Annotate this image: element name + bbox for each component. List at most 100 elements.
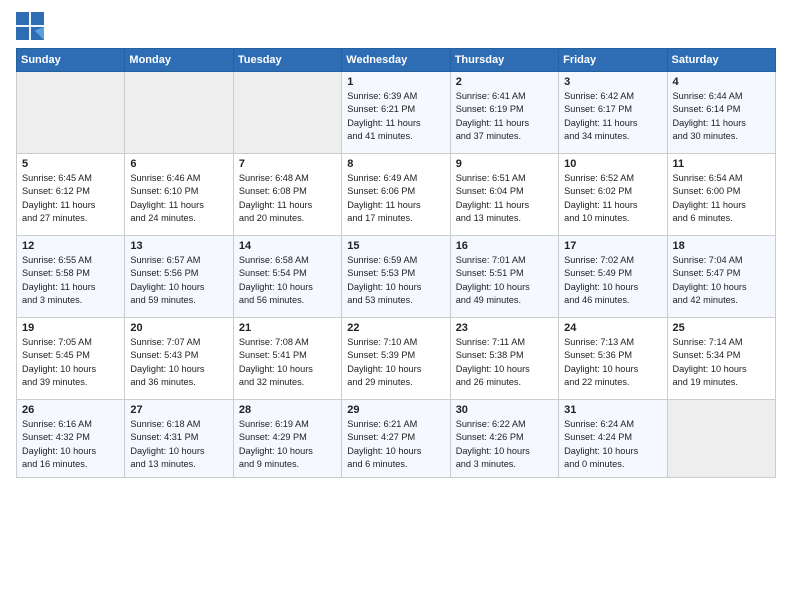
day-number: 23 (456, 322, 553, 334)
day-number: 26 (22, 404, 119, 416)
cell-line: Daylight: 11 hours (673, 200, 746, 210)
calendar-cell: 25Sunrise: 7:14 AMSunset: 5:34 PMDayligh… (667, 318, 775, 400)
cell-line: Sunset: 5:43 PM (130, 350, 198, 360)
cell-line: Sunset: 5:53 PM (347, 268, 415, 278)
calendar-cell: 19Sunrise: 7:05 AMSunset: 5:45 PMDayligh… (17, 318, 125, 400)
cell-content: Sunrise: 6:52 AM Sunset: 6:02 PM Daylight:… (564, 172, 661, 225)
cell-line: Sunrise: 6:44 AM (673, 91, 743, 101)
cell-line: Daylight: 11 hours (22, 282, 95, 292)
day-number: 15 (347, 240, 444, 252)
calendar-cell: 29Sunrise: 6:21 AMSunset: 4:27 PMDayligh… (342, 400, 450, 478)
cell-line: and 39 minutes. (22, 377, 87, 387)
cell-content: Sunrise: 6:24 AMSunset: 4:24 PMDaylight:… (564, 418, 661, 471)
cell-line: Daylight: 10 hours (239, 282, 313, 292)
calendar-cell: 31 Sunrise: 6:24 AMSunset: 4:24 PMDayligh… (559, 400, 667, 478)
calendar-cell: 30Sunrise: 6:22 AMSunset: 4:26 PMDayligh… (450, 400, 558, 478)
calendar-cell: 21Sunrise: 7:08 AMSunset: 5:41 PMDayligh… (233, 318, 341, 400)
cell-line: Daylight: 11 hours (564, 118, 637, 128)
cell-line: and 6 minutes. (673, 213, 733, 223)
calendar-cell: 14Sunrise: 6:58 AMSunset: 5:54 PMDayligh… (233, 236, 341, 318)
cell-line: Daylight: 10 hours (239, 364, 313, 374)
cell-line: Sunrise: 6:22 AM (456, 419, 526, 429)
cell-line: Sunset: 5:49 PM (564, 268, 632, 278)
day-number: 5 (22, 158, 119, 170)
cell-line: Sunset: 4:31 PM (130, 432, 198, 442)
cell-content: Sunrise: 6:49 AM Sunset: 6:06 PM Daylight:… (347, 172, 444, 225)
cell-line: Sunrise: 6:59 AM (347, 255, 417, 265)
cell-line: and 13 minutes. (456, 213, 521, 223)
cell-line: Daylight: 11 hours (456, 200, 529, 210)
calendar-cell: 26Sunrise: 6:16 AMSunset: 4:32 PMDayligh… (17, 400, 125, 478)
cell-line: Sunset: 6:10 PM (130, 186, 198, 196)
cell-line: and 17 minutes. (347, 213, 412, 223)
cell-line: Daylight: 11 hours (347, 200, 420, 210)
cell-line: Sunrise: 7:07 AM (130, 337, 200, 347)
cell-line: Sunrise: 7:13 AM (564, 337, 634, 347)
cell-content: Sunrise: 6:41 AMSunset: 6:19 PMDaylight:… (456, 90, 553, 143)
cell-line: Sunrise: 6:24 AM (564, 419, 634, 429)
cell-line: Sunset: 6:17 PM (564, 104, 632, 114)
cell-line: Sunrise: 6:39 AM (347, 91, 417, 101)
cell-content: Sunrise: 7:02 AMSunset: 5:49 PMDaylight:… (564, 254, 661, 307)
day-number: 31 (564, 404, 661, 416)
cell-line: Sunrise: 6:49 AM (347, 173, 417, 183)
cell-line: and 0 minutes. (564, 459, 624, 469)
cell-line: Daylight: 10 hours (22, 446, 96, 456)
day-header-saturday: Saturday (667, 49, 775, 72)
cell-line: and 26 minutes. (456, 377, 521, 387)
cell-line: Daylight: 11 hours (130, 200, 203, 210)
day-header-monday: Monday (125, 49, 233, 72)
calendar-cell: 13Sunrise: 6:57 AMSunset: 5:56 PMDayligh… (125, 236, 233, 318)
cell-line: Daylight: 11 hours (564, 200, 637, 210)
cell-line: Sunset: 5:47 PM (673, 268, 741, 278)
day-number: 11 (673, 158, 770, 170)
calendar-week-1: 1Sunrise: 6:39 AMSunset: 6:21 PMDaylight… (17, 72, 776, 154)
day-header-tuesday: Tuesday (233, 49, 341, 72)
cell-line: Daylight: 10 hours (673, 364, 747, 374)
cell-line: and 13 minutes. (130, 459, 195, 469)
cell-content: Sunrise: 6:45 AMSunset: 6:12 PMDaylight:… (22, 172, 119, 225)
day-number: 2 (456, 76, 553, 88)
cell-line: Daylight: 11 hours (673, 118, 746, 128)
cell-line: Sunset: 5:38 PM (456, 350, 524, 360)
day-number: 27 (130, 404, 227, 416)
cell-line: and 32 minutes. (239, 377, 304, 387)
cell-line: Sunrise: 7:01 AM (456, 255, 526, 265)
cell-line: Daylight: 10 hours (22, 364, 96, 374)
cell-line: Sunrise: 6:52 AM (564, 173, 634, 183)
cell-line: Sunset: 5:51 PM (456, 268, 524, 278)
cell-line: Sunrise: 7:02 AM (564, 255, 634, 265)
day-number: 19 (22, 322, 119, 334)
cell-line: Sunset: 4:27 PM (347, 432, 415, 442)
cell-line: and 46 minutes. (564, 295, 629, 305)
day-number: 8 (347, 158, 444, 170)
cell-line: and 34 minutes. (564, 131, 629, 141)
cell-line: Sunrise: 6:16 AM (22, 419, 92, 429)
cell-line: and 22 minutes. (564, 377, 629, 387)
cell-line: Sunset: 6:02 PM (564, 186, 632, 196)
calendar-cell (233, 72, 341, 154)
cell-line: and 59 minutes. (130, 295, 195, 305)
cell-content: Sunrise: 6:22 AMSunset: 4:26 PMDaylight:… (456, 418, 553, 471)
cell-line: and 36 minutes. (130, 377, 195, 387)
cell-line: Sunset: 5:58 PM (22, 268, 90, 278)
cell-line: Sunrise: 7:08 AM (239, 337, 309, 347)
day-number: 25 (673, 322, 770, 334)
cell-line: Sunset: 6:06 PM (347, 186, 415, 196)
cell-content: Sunrise: 7:10 AMSunset: 5:39 PMDaylight:… (347, 336, 444, 389)
cell-line: Sunset: 6:04 PM (456, 186, 524, 196)
cell-line: Sunrise: 6:58 AM (239, 255, 309, 265)
cell-line: Sunset: 6:00 PM (673, 186, 741, 196)
cell-content: Sunrise: 6:42 AMSunset: 6:17 PMDaylight:… (564, 90, 661, 143)
calendar-cell: 2 Sunrise: 6:41 AMSunset: 6:19 PMDaylight… (450, 72, 558, 154)
cell-content: Sunrise: 7:01 AMSunset: 5:51 PMDaylight:… (456, 254, 553, 307)
calendar-cell (125, 72, 233, 154)
cell-line: and 42 minutes. (673, 295, 738, 305)
cell-line: Daylight: 10 hours (130, 446, 204, 456)
day-number: 16 (456, 240, 553, 252)
calendar-week-3: 12Sunrise: 6:55 AMSunset: 5:58 PMDayligh… (17, 236, 776, 318)
calendar-week-4: 19Sunrise: 7:05 AMSunset: 5:45 PMDayligh… (17, 318, 776, 400)
cell-line: Daylight: 10 hours (456, 446, 530, 456)
calendar-cell: 12Sunrise: 6:55 AMSunset: 5:58 PMDayligh… (17, 236, 125, 318)
calendar-cell: 16Sunrise: 7:01 AMSunset: 5:51 PMDayligh… (450, 236, 558, 318)
